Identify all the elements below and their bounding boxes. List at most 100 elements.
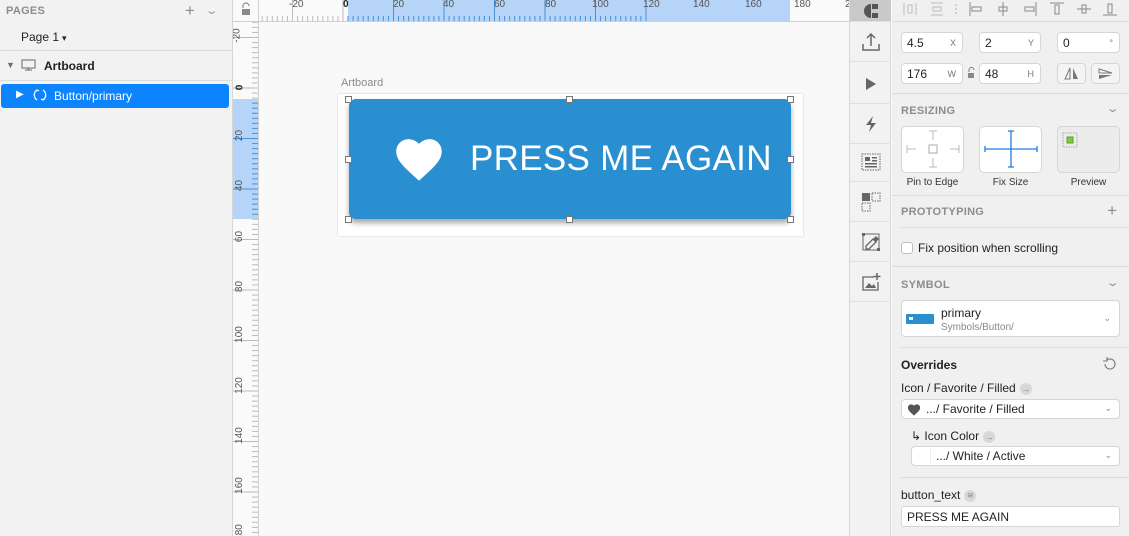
distribute-horizontal-icon[interactable]	[903, 2, 917, 16]
play-icon	[865, 77, 876, 90]
resize-handle-w[interactable]	[345, 156, 352, 163]
artboard-title[interactable]: Artboard	[341, 77, 383, 89]
ruler-label: 80	[234, 280, 246, 293]
add-prototyping-icon[interactable]: +	[1107, 201, 1117, 221]
distribute-vertical-icon[interactable]	[930, 2, 944, 16]
button-primary-symbol[interactable]: PRESS ME AGAIN	[349, 99, 791, 219]
fix-size-button[interactable]	[979, 126, 1042, 173]
ruler-label: 180	[794, 0, 811, 10]
sketch-window: PAGES + ⌄ Page 1 ▾ ▼ Artboard ▶ Button/pr…	[0, 0, 1129, 536]
collapse-pages-chevron-icon[interactable]: ⌄	[205, 4, 219, 17]
button-text-label: button_text ≋	[901, 488, 977, 502]
pin-to-edge-button[interactable]	[901, 126, 964, 173]
layers-panel: PAGES + ⌄ Page 1 ▾ ▼ Artboard ▶ Button/pr…	[0, 0, 233, 536]
icon-color-dropdown[interactable]: .../ White / Active ⌄	[911, 446, 1120, 466]
resize-handle-s[interactable]	[566, 216, 573, 223]
align-center-horizontal-icon[interactable]	[996, 2, 1010, 16]
flip-horizontal-button[interactable]	[1057, 63, 1086, 84]
color-swatch	[917, 448, 931, 464]
canvas[interactable]: Artboard PRESS ME AGAIN	[259, 22, 849, 536]
page-name: Page 1	[21, 30, 60, 44]
horizontal-ruler[interactable]: -20 0 20 40 60 80 100 120 140 160 180 2	[259, 0, 849, 22]
resize-handle-nw[interactable]	[345, 96, 352, 103]
height-field[interactable]: 48 H	[979, 63, 1041, 84]
reset-overrides-icon[interactable]	[1102, 356, 1118, 372]
lightning-icon	[865, 115, 876, 132]
symbol-header: SYMBOL	[901, 279, 950, 291]
button-text-input[interactable]	[901, 506, 1120, 527]
resize-handle-sw[interactable]	[345, 216, 352, 223]
icon-color-text: ↳ Icon Color	[911, 429, 980, 443]
tab-edit[interactable]	[850, 222, 891, 262]
disclosure-triangle-icon[interactable]: ▶	[16, 89, 24, 100]
ruler-label: 0	[234, 84, 246, 91]
symbol-chevron-icon[interactable]: ⌄	[1105, 276, 1119, 289]
symbol-name: primary	[941, 306, 982, 320]
add-page-button[interactable]: +	[185, 1, 195, 21]
ruler-label: 120	[233, 377, 245, 394]
flip-vertical-button[interactable]	[1091, 63, 1120, 84]
resize-handle-n[interactable]	[566, 96, 573, 103]
goto-arrow-icon[interactable]: →	[983, 430, 996, 443]
align-bottom-icon[interactable]	[1103, 2, 1117, 16]
ruler-lock-corner[interactable]	[233, 0, 259, 22]
rotation-suffix: °	[1109, 38, 1113, 48]
page-selector[interactable]: Page 1 ▾	[21, 30, 67, 44]
inspector-panel: 4.5 X 2Y 0 ° 176 W 48 H RESIZING ⌄ Pin to Ed…	[892, 0, 1129, 536]
tab-preview[interactable]	[850, 64, 891, 104]
layer-button-primary[interactable]: ▶ Button/primary	[1, 84, 229, 108]
button-label: PRESS ME AGAIN	[470, 139, 772, 178]
tab-prototype[interactable]	[850, 104, 891, 144]
x-suffix: X	[949, 38, 956, 48]
symbol-path: Symbols/Button/	[941, 322, 1014, 333]
pin-to-edge-label: Pin to Edge	[906, 177, 959, 188]
ruler-label: 60	[234, 230, 246, 243]
tab-inspector[interactable]	[850, 0, 891, 22]
disclosure-triangle-icon[interactable]: ▼	[6, 60, 15, 70]
lock-proportions-icon[interactable]	[966, 67, 976, 79]
resizing-chevron-icon[interactable]: ⌄	[1105, 102, 1119, 115]
layer-label: Artboard	[44, 59, 95, 73]
tab-symbols[interactable]	[850, 182, 891, 222]
icon-override-text: Icon / Favorite / Filled	[901, 381, 1016, 395]
resizing-header: RESIZING	[901, 105, 956, 117]
height-suffix: H	[1027, 69, 1035, 79]
resize-handle-e[interactable]	[787, 156, 794, 163]
align-middle-vertical-icon[interactable]	[1077, 2, 1091, 16]
fix-position-checkbox[interactable]	[901, 242, 913, 254]
ruler-label: 100	[233, 326, 245, 343]
heart-icon	[909, 317, 913, 320]
align-left-icon[interactable]	[969, 2, 983, 16]
width-field[interactable]: 176 W	[901, 63, 963, 84]
vertical-ruler[interactable]: -20 0 20 40 60 80 100 120 140 160 180	[233, 22, 259, 536]
rotation-field[interactable]: 0 °	[1057, 32, 1120, 53]
more-icon[interactable]	[949, 2, 963, 16]
ruler-label: 60	[494, 0, 506, 10]
x-position-field[interactable]: 4.5 X	[901, 32, 963, 53]
align-top-icon[interactable]	[1050, 2, 1064, 16]
ruler-label: 100	[592, 0, 609, 10]
prototyping-header: PROTOTYPING	[901, 206, 985, 218]
y-position-field[interactable]: 2Y	[979, 32, 1041, 53]
goto-arrow-icon[interactable]: →	[1019, 382, 1032, 395]
y-suffix: Y	[1027, 38, 1034, 48]
resize-handle-se[interactable]	[787, 216, 794, 223]
rotation-value: 0	[1063, 36, 1070, 50]
align-right-icon[interactable]	[1023, 2, 1037, 16]
artboard-icon	[21, 59, 36, 71]
tab-layout[interactable]	[850, 142, 891, 182]
tab-export[interactable]	[850, 22, 891, 62]
tab-add-image[interactable]	[850, 262, 891, 302]
resize-handle-ne[interactable]	[787, 96, 794, 103]
fix-size-label: Fix Size	[992, 177, 1029, 188]
ruler-label: 120	[643, 0, 660, 10]
y-value: 2	[985, 36, 992, 50]
icon-color-value: .../ White / Active	[936, 449, 1026, 463]
symbol-instance-icon	[33, 89, 47, 101]
icon-color-label: ↳ Icon Color →	[911, 429, 996, 443]
height-value: 48	[985, 67, 999, 81]
layer-artboard[interactable]: ▼ Artboard	[0, 53, 233, 79]
symbol-selector[interactable]: primary Symbols/Button/ ⌄	[901, 300, 1120, 337]
layout-icon	[861, 153, 880, 170]
icon-override-dropdown[interactable]: .../ Favorite / Filled ⌄	[901, 399, 1120, 419]
